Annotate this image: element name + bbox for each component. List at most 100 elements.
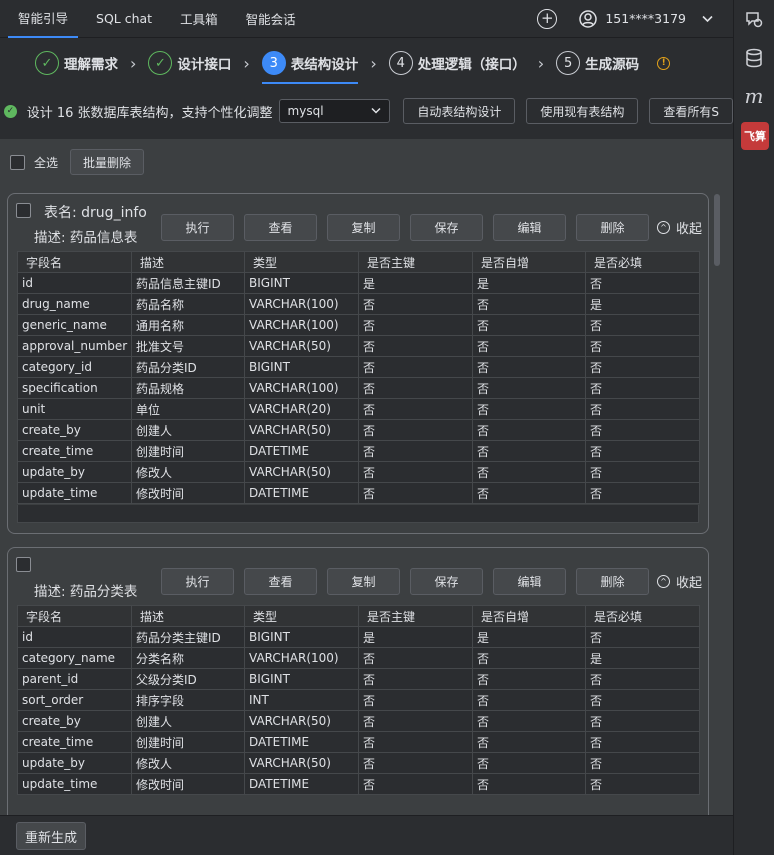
table-row[interactable]: category_name 分类名称 VARCHAR(100) 否否是	[17, 647, 700, 669]
table-cell: 否	[585, 377, 700, 399]
table-row[interactable]: update_time 修改时间 DATETIME 否否否	[17, 482, 700, 504]
collapse-toggle[interactable]: ^ 收起	[657, 572, 702, 591]
table-checkbox[interactable]	[16, 557, 31, 572]
table-row[interactable]: create_by 创建人 VARCHAR(50) 否否否	[17, 710, 700, 732]
edit-button[interactable]: 编辑	[493, 568, 566, 595]
chevron-right-icon: ›	[243, 53, 250, 73]
collapse-label: 收起	[676, 576, 703, 591]
save-button[interactable]: 保存	[410, 214, 483, 241]
step-4[interactable]: 4 处理逻辑（接口）	[388, 38, 526, 88]
table-cell: 否	[472, 647, 586, 669]
chat-icon[interactable]	[742, 7, 766, 31]
edit-button[interactable]: 编辑	[493, 214, 566, 241]
table-row[interactable]: category_id 药品分类ID BIGINT 否否否	[17, 356, 700, 378]
table-cell: 否	[358, 731, 473, 753]
collapse-toggle[interactable]: ^ 收起	[657, 218, 702, 237]
tab-sql-chat[interactable]: SQL chat	[86, 0, 162, 38]
table-row[interactable]: update_by 修改人 VARCHAR(50) 否否否	[17, 461, 700, 483]
delete-button[interactable]: 删除	[576, 568, 649, 595]
table-cell: 分类名称	[131, 647, 245, 669]
table-cell: parent_id	[17, 668, 132, 690]
table-cell: VARCHAR(100)	[244, 377, 359, 399]
save-button[interactable]: 保存	[410, 568, 483, 595]
chevron-right-icon: ›	[130, 53, 137, 73]
select-all-checkbox[interactable]	[10, 154, 25, 170]
tab-smart-guide[interactable]: 智能引导	[8, 0, 79, 38]
table-cell: VARCHAR(50)	[244, 752, 359, 774]
step-2[interactable]: ✓ 设计接口	[148, 38, 231, 88]
success-icon: ✓	[4, 104, 17, 118]
table-row[interactable]: parent_id 父级分类ID BIGINT 否否否	[17, 668, 700, 690]
tab-toolbox[interactable]: 工具箱	[170, 0, 228, 38]
table-row[interactable]: create_time 创建时间 DATETIME 否否否	[17, 731, 700, 753]
column-header[interactable]: 字段名	[17, 251, 132, 273]
table-cell: DATETIME	[244, 773, 359, 795]
step-number: 4	[388, 51, 413, 75]
copy-button[interactable]: 复制	[327, 568, 400, 595]
table-row[interactable]: unit 单位 VARCHAR(20) 否否否	[17, 398, 700, 420]
chevron-right-icon: ›	[537, 53, 545, 73]
view-button[interactable]: 查看	[244, 568, 317, 595]
table-row[interactable]: update_time 修改时间 DATETIME 否否否	[17, 773, 700, 795]
table-cell: unit	[17, 398, 132, 420]
copy-button[interactable]: 复制	[327, 214, 400, 241]
table-scroll-area[interactable]	[17, 505, 699, 523]
table-cell: 否	[472, 377, 586, 399]
column-header[interactable]: 描述	[131, 251, 245, 273]
column-header[interactable]: 是否自增	[472, 605, 586, 627]
use-existing-button[interactable]: 使用现有表结构	[526, 98, 639, 124]
db-type-select[interactable]: mysql	[278, 99, 391, 123]
tab-smart-chat[interactable]: 智能会话	[236, 0, 306, 38]
table-cell: 修改时间	[131, 482, 245, 504]
table-cell: approval_number	[17, 335, 132, 357]
column-header[interactable]: 是否主键	[358, 251, 473, 273]
table-row[interactable]: sort_order 排序字段 INT 否否否	[17, 689, 700, 711]
regenerate-button[interactable]: 重新生成	[16, 822, 87, 850]
table-cell: 否	[472, 752, 586, 774]
table-cell: VARCHAR(50)	[244, 461, 359, 483]
database-icon[interactable]	[742, 46, 766, 70]
view-all-sql-button[interactable]: 查看所有S	[649, 98, 733, 124]
selection-row: 全选 批量删除	[10, 149, 145, 175]
column-header[interactable]: 描述	[131, 605, 245, 627]
table-cell: 否	[358, 647, 473, 669]
m-plugin-icon[interactable]: m	[742, 84, 766, 108]
table-row[interactable]: approval_number 批准文号 VARCHAR(50) 否否否	[17, 335, 700, 357]
feishu-plugin-icon[interactable]: 飞算	[741, 122, 769, 150]
chevron-down-icon[interactable]	[702, 12, 713, 26]
table-row[interactable]: id 药品信息主键ID BIGINT 是是否	[17, 272, 700, 294]
batch-delete-button[interactable]: 批量删除	[70, 149, 145, 175]
table-cell: 排序字段	[131, 689, 245, 711]
view-button[interactable]: 查看	[244, 214, 317, 241]
table-row[interactable]: update_by 修改人 VARCHAR(50) 否否否	[17, 752, 700, 774]
step-1[interactable]: ✓ 理解需求	[35, 38, 118, 88]
column-header[interactable]: 是否必填	[585, 251, 700, 273]
step-5[interactable]: 5 生成源码	[556, 38, 639, 88]
check-icon: ✓	[35, 51, 59, 75]
table-row[interactable]: create_by 创建人 VARCHAR(50) 否否否	[17, 419, 700, 441]
column-header[interactable]: 类型	[244, 251, 359, 273]
chevron-right-icon: ›	[370, 53, 377, 73]
column-header[interactable]: 类型	[244, 605, 359, 627]
table-row[interactable]: create_time 创建时间 DATETIME 否否否	[17, 440, 700, 462]
vertical-scrollbar[interactable]	[714, 194, 720, 266]
table-checkbox[interactable]	[16, 203, 31, 218]
user-icon[interactable]	[579, 9, 598, 28]
add-icon[interactable]: +	[537, 8, 558, 29]
table-cell: 否	[472, 440, 586, 462]
table-row[interactable]: generic_name 通用名称 VARCHAR(100) 否否否	[17, 314, 700, 336]
auto-design-button[interactable]: 自动表结构设计	[403, 98, 516, 124]
column-header[interactable]: 是否必填	[585, 605, 700, 627]
delete-button[interactable]: 删除	[576, 214, 649, 241]
step-3[interactable]: 3 表结构设计	[261, 38, 358, 88]
table-row[interactable]: specification 药品规格 VARCHAR(100) 否否否	[17, 377, 700, 399]
column-header[interactable]: 字段名	[17, 605, 132, 627]
table-row[interactable]: drug_name 药品名称 VARCHAR(100) 否否是	[17, 293, 700, 315]
execute-button[interactable]: 执行	[161, 214, 234, 241]
column-header[interactable]: 是否自增	[472, 251, 586, 273]
table-row[interactable]: id 药品分类主键ID BIGINT 是是否	[17, 626, 700, 648]
execute-button[interactable]: 执行	[161, 568, 234, 595]
info-icon[interactable]: !	[657, 56, 671, 70]
column-header[interactable]: 是否主键	[358, 605, 473, 627]
step-number: 5	[556, 51, 581, 75]
